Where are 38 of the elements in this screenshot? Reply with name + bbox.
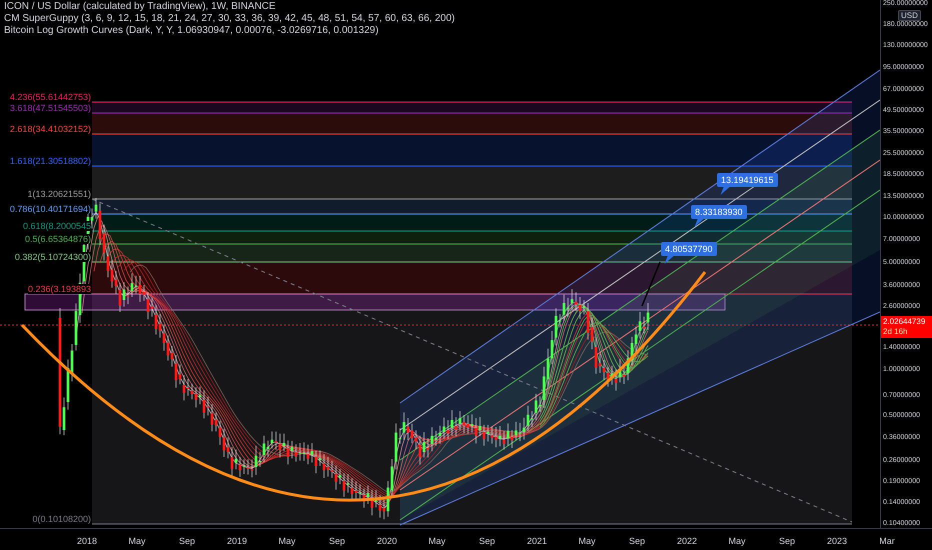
time-axis-label: May xyxy=(128,536,146,546)
time-axis-label: 2019 xyxy=(226,536,248,546)
time-axis-label: Mar xyxy=(879,536,895,546)
fibonacci-level-label: 0(0.10108200) xyxy=(32,514,91,524)
price-callout: 13.19419615 xyxy=(717,173,778,187)
time-axis-label: May xyxy=(728,536,746,546)
projection-line xyxy=(641,262,661,306)
time-axis-label: May xyxy=(278,536,296,546)
time-axis-label: Sep xyxy=(479,536,495,546)
time-axis-label: Sep xyxy=(779,536,795,546)
fibonacci-level-label: 2.618(34.41032152) xyxy=(10,124,91,134)
time-axis-label: 2018 xyxy=(76,536,98,546)
time-axis-label: 2021 xyxy=(526,536,548,546)
time-axis-label: Sep xyxy=(329,536,345,546)
time-axis-label: May xyxy=(578,536,596,546)
time-axis-label: 2022 xyxy=(676,536,698,546)
time-axis-label: Sep xyxy=(179,536,195,546)
current-price: 2.02644739 xyxy=(883,317,926,327)
fibonacci-level-label: 1(13.20621551) xyxy=(27,189,91,199)
time-axis-label: May xyxy=(428,536,446,546)
currency-badge: USD xyxy=(898,10,921,21)
price-callout: 8.33183930 xyxy=(691,205,747,219)
fibonacci-level-label: 0.786(10.40171694) xyxy=(10,204,91,214)
fibonacci-level-label: 3.618(47.51545503) xyxy=(10,103,91,113)
bar-countdown: 2d 16h xyxy=(883,327,908,337)
fibonacci-level-label: 0.618(8.2000545 xyxy=(22,221,91,231)
indicator-label: CM SuperGuppy (3, 6, 9, 12, 15, 18, 21, 24, 27, 30, 33, 36, 39, 42, 45, 48, 51, 54, 57, 60, 63, 66, 200) xyxy=(4,13,455,25)
price-callout: 4.80537790 xyxy=(661,242,717,256)
fibonacci-level-label: 4.236(55.61442753) xyxy=(10,92,91,102)
fibonacci-level-label: 0.382(5.10724300) xyxy=(14,252,91,262)
fibonacci-level-label: 1.618(21.30518802) xyxy=(10,156,91,166)
time-axis-label: Sep xyxy=(629,536,645,546)
fibonacci-level-label: 0.236(3.193893 xyxy=(28,284,91,294)
chart-title: ICON / US Dollar (calculated by TradingView), 1W, BINANCE xyxy=(4,1,277,13)
fibonacci-level-label: 0.5(6.65364876) xyxy=(24,234,91,244)
time-axis-label: 2020 xyxy=(376,536,398,546)
time-axis-label: 2023 xyxy=(826,536,848,546)
indicator-label: Bitcoin Log Growth Curves (Dark, Y, Y, 1.06930947, 0.00076, -3.0269716, 0.001329) xyxy=(4,25,380,37)
